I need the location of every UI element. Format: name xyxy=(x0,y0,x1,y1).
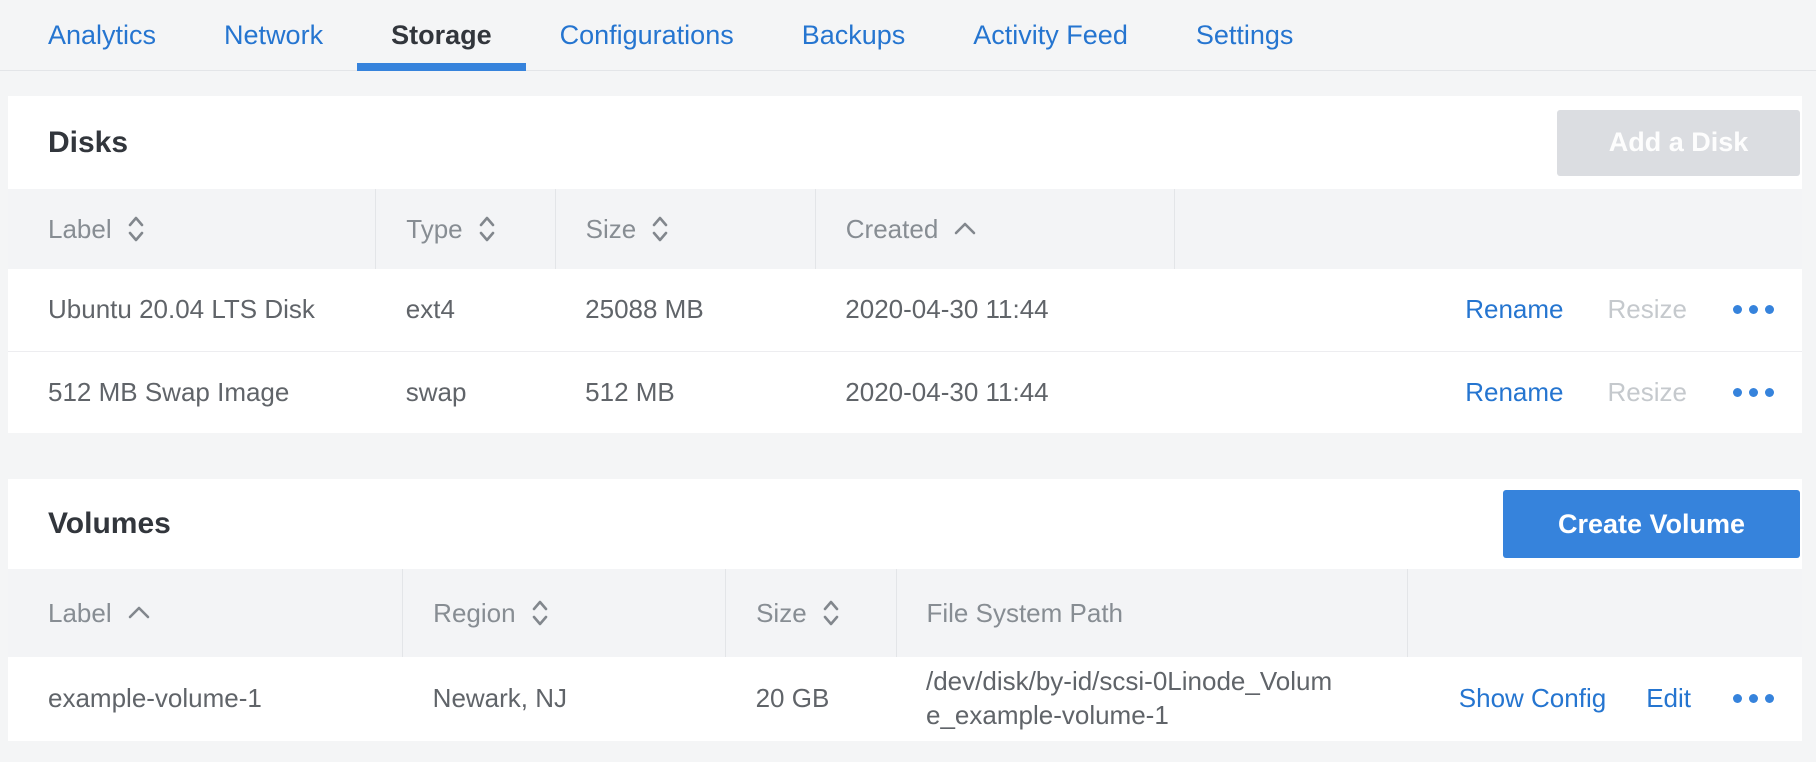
ellipsis-menu-icon[interactable] xyxy=(1731,382,1776,403)
disks-sort-size[interactable]: Size xyxy=(555,189,815,269)
column-label: Size xyxy=(586,214,637,245)
disk-type: ext4 xyxy=(376,269,555,351)
create-volume-button[interactable]: Create Volume xyxy=(1503,490,1800,558)
volumes-title: Volumes xyxy=(48,507,171,541)
disks-sort-created[interactable]: Created xyxy=(815,189,1174,269)
disks-table: Label Type Size xyxy=(8,189,1802,433)
ellipsis-menu-icon[interactable] xyxy=(1731,299,1776,320)
disk-size: 512 MB xyxy=(555,351,815,433)
volumes-actions-column xyxy=(1407,569,1802,657)
disks-header-row: Label Type Size xyxy=(8,189,1802,269)
table-row: Ubuntu 20.04 LTS Disk ext4 25088 MB 2020… xyxy=(8,269,1802,351)
disk-type: swap xyxy=(376,351,555,433)
sort-asc-icon xyxy=(126,605,152,621)
column-label: Created xyxy=(846,214,939,245)
tab-backups[interactable]: Backups xyxy=(768,0,940,70)
volume-file-system-path: /dev/disk/by-id/scsi-0Linode_Volume_exam… xyxy=(926,657,1341,741)
tab-activity-feed[interactable]: Activity Feed xyxy=(939,0,1162,70)
sort-both-icon xyxy=(821,598,841,628)
disks-panel: Disks Add a Disk Label Type xyxy=(8,96,1802,433)
storage-tab-bar: Analytics Network Storage Configurations… xyxy=(0,0,1816,71)
disk-size: 25088 MB xyxy=(555,269,815,351)
volumes-column-path: File System Path xyxy=(896,569,1407,657)
table-row: 512 MB Swap Image swap 512 MB 2020-04-30… xyxy=(8,351,1802,433)
volumes-sort-label[interactable]: Label xyxy=(8,569,403,657)
tab-configurations[interactable]: Configurations xyxy=(526,0,768,70)
disk-created: 2020-04-30 11:44 xyxy=(815,269,1174,351)
volume-region: Newark, NJ xyxy=(403,657,726,741)
tab-analytics[interactable]: Analytics xyxy=(14,0,190,70)
sort-asc-icon xyxy=(952,221,978,237)
tab-network[interactable]: Network xyxy=(190,0,357,70)
volume-size: 20 GB xyxy=(726,657,896,741)
disk-created: 2020-04-30 11:44 xyxy=(815,351,1174,433)
edit-link[interactable]: Edit xyxy=(1646,683,1691,714)
rename-link[interactable]: Rename xyxy=(1465,294,1563,325)
volumes-panel: Volumes Create Volume Label Region xyxy=(8,479,1802,741)
rename-link[interactable]: Rename xyxy=(1465,377,1563,408)
volume-label: example-volume-1 xyxy=(8,657,403,741)
table-row: example-volume-1 Newark, NJ 20 GB /dev/d… xyxy=(8,657,1802,741)
volumes-header-row: Label Region Size xyxy=(8,569,1802,657)
sort-both-icon xyxy=(530,598,550,628)
tab-storage[interactable]: Storage xyxy=(357,0,526,70)
volumes-table: Label Region Size xyxy=(8,569,1802,741)
volumes-sort-region[interactable]: Region xyxy=(403,569,726,657)
disks-sort-label[interactable]: Label xyxy=(8,189,376,269)
sort-both-icon xyxy=(126,214,146,244)
column-label: Type xyxy=(406,214,462,245)
disk-label: Ubuntu 20.04 LTS Disk xyxy=(8,269,376,351)
column-label: File System Path xyxy=(927,598,1124,629)
ellipsis-menu-icon[interactable] xyxy=(1731,688,1776,709)
disk-label: 512 MB Swap Image xyxy=(8,351,376,433)
column-label: Region xyxy=(433,598,515,629)
column-label: Label xyxy=(48,598,112,629)
disks-title: Disks xyxy=(48,126,128,160)
add-a-disk-button[interactable]: Add a Disk xyxy=(1557,110,1800,176)
sort-both-icon xyxy=(650,214,670,244)
disks-actions-column xyxy=(1174,189,1802,269)
show-config-link[interactable]: Show Config xyxy=(1459,683,1606,714)
column-label: Size xyxy=(756,598,807,629)
disks-sort-type[interactable]: Type xyxy=(376,189,555,269)
resize-link[interactable]: Resize xyxy=(1608,377,1687,408)
column-label: Label xyxy=(48,214,112,245)
sort-both-icon xyxy=(477,214,497,244)
tab-settings[interactable]: Settings xyxy=(1162,0,1328,70)
resize-link[interactable]: Resize xyxy=(1608,294,1687,325)
volumes-sort-size[interactable]: Size xyxy=(726,569,896,657)
